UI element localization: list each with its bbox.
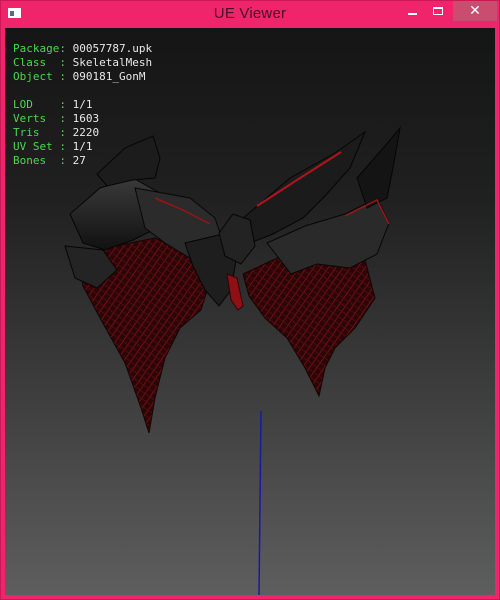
info-package: Package: 00057787.upk (13, 42, 153, 55)
close-button[interactable]: ✕ (453, 1, 497, 21)
3d-viewport[interactable]: Package: 00057787.upk Class : SkeletalMe… (5, 28, 495, 595)
info-uvset: UV Set : 1/1 (13, 140, 93, 153)
mesh-right-plate (356, 126, 401, 209)
info-lod: LOD : 1/1 (13, 98, 93, 111)
maximize-button[interactable] (425, 1, 451, 21)
info-tris: Tris : 2220 (13, 126, 100, 139)
mesh-left-plate (96, 135, 161, 187)
info-verts: Verts : 1603 (13, 112, 100, 125)
info-object: Object : 090181_GonM (13, 70, 146, 83)
minimize-button[interactable] (399, 1, 425, 21)
maximize-icon (433, 7, 443, 15)
title-bar[interactable]: UE Viewer ✕ (1, 1, 499, 27)
axis-line (258, 410, 262, 595)
close-icon: ✕ (469, 3, 481, 19)
minimize-icon (408, 13, 417, 15)
app-window: UE Viewer ✕ Package: 00057787.upk Class … (0, 0, 500, 600)
info-bones: Bones : 27 (13, 154, 86, 167)
info-class: Class : SkeletalMesh (13, 56, 153, 69)
mesh-center-strip (226, 273, 244, 311)
